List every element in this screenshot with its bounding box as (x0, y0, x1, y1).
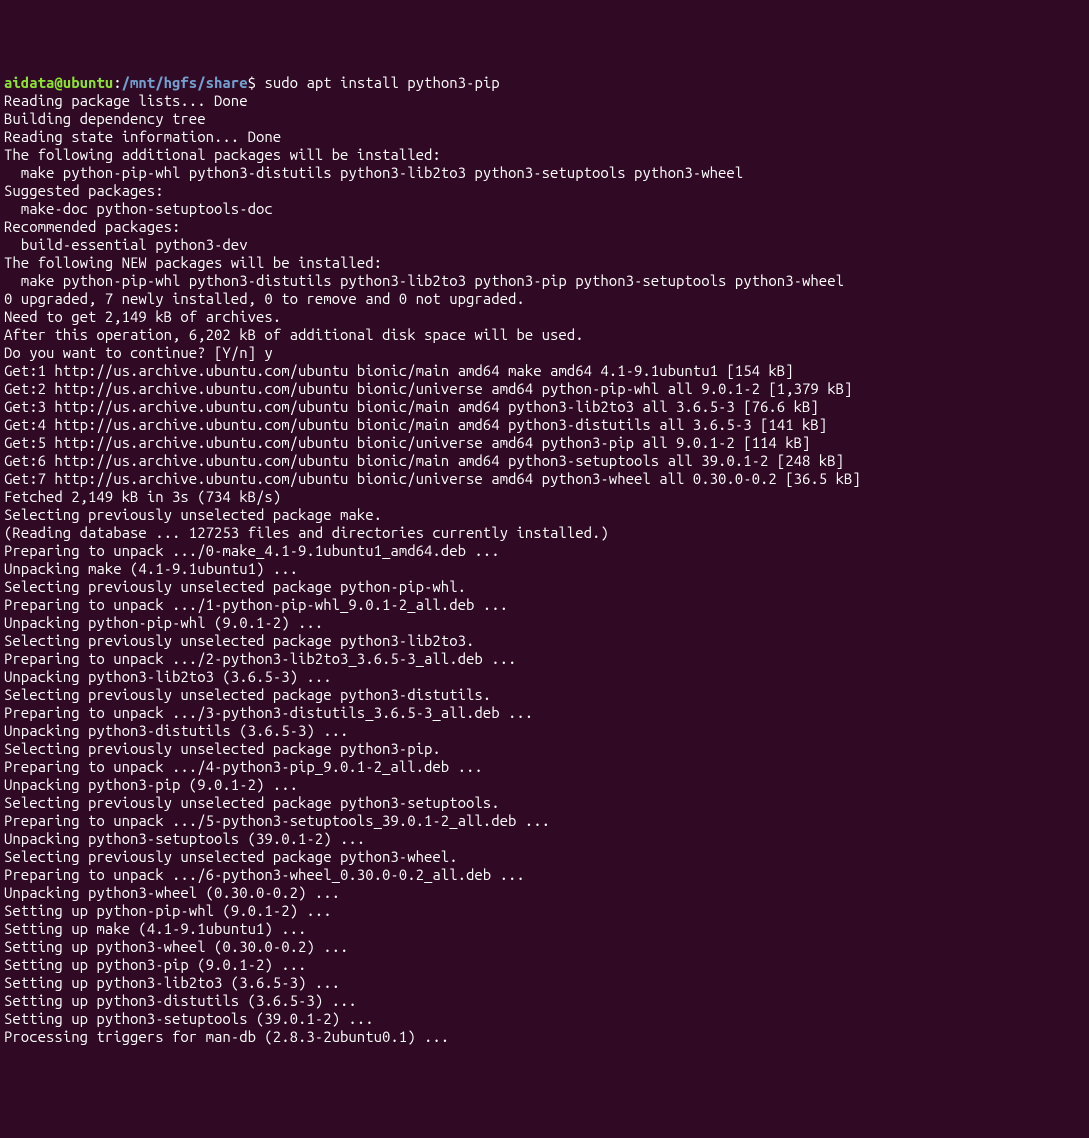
command-input[interactable]: sudo apt install python3-pip (264, 74, 499, 91)
terminal[interactable]: aidata@ubuntu:/mnt/hgfs/share$ sudo apt … (4, 74, 1085, 1046)
prompt-line: aidata@ubuntu:/mnt/hgfs/share$ sudo apt … (4, 74, 500, 91)
prompt-user: aidata@ubuntu (4, 74, 113, 91)
prompt-colon: : (113, 74, 121, 91)
prompt-path: /mnt/hgfs/share (122, 74, 248, 91)
terminal-output: Reading package lists... Done Building d… (4, 92, 1085, 1046)
prompt-dollar: $ (248, 74, 265, 91)
